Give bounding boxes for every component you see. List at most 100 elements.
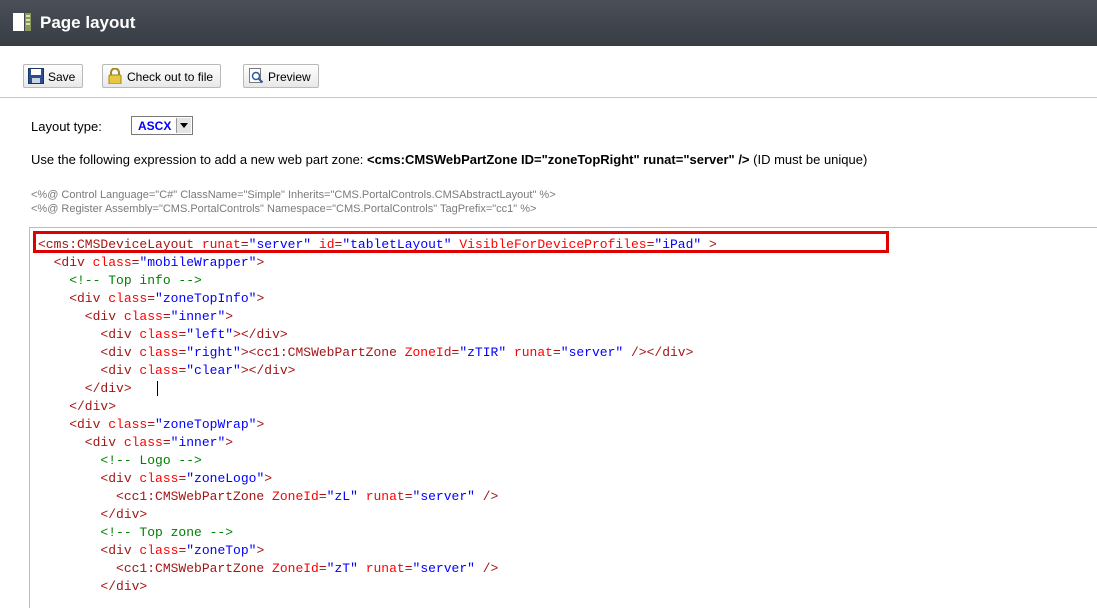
code-token: <div: [38, 255, 93, 270]
code-token: "zT": [326, 561, 358, 576]
code-token: class: [139, 327, 179, 342]
code-token: "mobileWrapper": [139, 255, 257, 270]
code-line: <!-- Top zone -->: [38, 525, 233, 541]
code-token: class: [139, 543, 179, 558]
preview-label: Preview: [268, 70, 311, 84]
code-line: <div class="zoneTopWrap">: [38, 417, 264, 433]
code-token: >: [256, 291, 265, 306]
layout-type-label: Layout type:: [31, 119, 102, 134]
page-header: Page layout: [0, 0, 1097, 46]
code-token: /></div>: [623, 345, 694, 360]
code-line: <cc1:CMSWebPartZone ZoneId="zT" runat="s…: [38, 561, 498, 577]
code-token: </div>: [38, 381, 132, 396]
code-token: class: [123, 309, 163, 324]
code-token: "inner": [170, 435, 226, 450]
code-token: <cc1:CMSWebPartZone: [38, 489, 273, 504]
code-token: <div: [38, 291, 109, 306]
layout-type-value: ASCX: [138, 119, 172, 133]
hint-expression: <cms:CMSWebPartZone ID="zoneTopRight" ru…: [367, 152, 750, 167]
code-token: class: [139, 345, 179, 360]
code-token: <div: [38, 417, 109, 432]
layout-type-select[interactable]: ASCX: [131, 116, 193, 135]
check-out-button[interactable]: Check out to file: [102, 64, 222, 88]
chevron-down-icon[interactable]: [176, 118, 191, 133]
code-token: "left": [186, 327, 234, 342]
code-token: </div>: [38, 399, 117, 414]
code-token: ><cc1:CMSWebPartZone: [240, 345, 405, 360]
code-line: </div>: [38, 507, 147, 523]
save-button[interactable]: Save: [23, 64, 84, 88]
code-token: ZoneId: [404, 345, 452, 360]
code-token: <!-- Logo -->: [38, 453, 202, 468]
code-token: class: [139, 363, 179, 378]
code-token: class: [92, 255, 132, 270]
code-token: class: [123, 435, 163, 450]
code-token: =: [404, 489, 413, 504]
check-out-label: Check out to file: [127, 70, 214, 84]
code-line: <div class = "right"><cc1:CMSWebPartZone Z…: [38, 345, 693, 361]
code-token: =: [147, 291, 156, 306]
code-line: </div>: [38, 399, 116, 415]
highlight-box: [33, 231, 889, 253]
code-line: <div class="zoneLogo">: [38, 471, 272, 487]
code-line: <div class="mobileWrapper">: [38, 255, 265, 271]
code-token: runat: [513, 345, 553, 360]
code-token: runat: [365, 561, 405, 576]
code-token: >: [256, 417, 265, 432]
code-token: >: [264, 471, 273, 486]
code-line: <div class="clear"></div>: [38, 363, 295, 379]
code-token: <div: [38, 471, 140, 486]
code-token: <div: [38, 345, 140, 360]
code-line: <!-- Logo -->: [38, 453, 202, 469]
code-line: <div class="zoneTopInfo">: [38, 291, 264, 307]
code-token: class: [108, 291, 148, 306]
web-part-zone-hint: Use the following expression to add a ne…: [31, 152, 867, 167]
code-token: </div>: [38, 507, 148, 522]
code-token: "zL": [326, 489, 358, 504]
code-token: runat: [365, 489, 405, 504]
text-cursor: [157, 381, 158, 396]
code-token: "zoneTop": [186, 543, 257, 558]
toolbar: Save Check out to file Preview: [0, 55, 1097, 98]
code-token: >: [225, 435, 234, 450]
code-token: ></div>: [240, 363, 296, 378]
code-token: "inner": [170, 309, 226, 324]
hint-suffix: (ID must be unique): [749, 152, 868, 167]
save-icon: [28, 68, 44, 84]
code-token: ZoneId: [272, 489, 319, 504]
code-token: />: [474, 489, 499, 504]
code-token: />: [474, 561, 499, 576]
code-token: =: [162, 435, 171, 450]
code-token: =: [147, 417, 156, 432]
page-title: Page layout: [40, 13, 136, 32]
code-token: "server": [560, 345, 624, 360]
code-token: "zTIR": [459, 345, 507, 360]
code-line: <cc1:CMSWebPartZone ZoneId="zL" runat="s…: [38, 489, 498, 505]
code-token: =: [318, 489, 327, 504]
code-line: <div class="zoneTop">: [38, 543, 264, 559]
save-label: Save: [48, 70, 76, 84]
code-token: "right": [186, 345, 241, 360]
preview-icon: [249, 68, 264, 84]
code-editor[interactable]: <cms:CMSDeviceLayout runat="server" id="…: [29, 227, 1097, 608]
control-directive: <%@ Control Language="C#" ClassName="Sim…: [31, 189, 556, 201]
code-token: <div: [38, 309, 124, 324]
code-token: ZoneId: [272, 561, 319, 576]
code-line: </div>: [38, 381, 132, 397]
code-token: <div: [38, 543, 140, 558]
code-token: class: [139, 471, 179, 486]
code-token: "clear": [186, 363, 241, 378]
preview-button[interactable]: Preview: [243, 64, 319, 88]
code-token: <!-- Top info -->: [38, 273, 202, 288]
code-token: >: [256, 543, 265, 558]
code-token: =: [552, 345, 561, 360]
code-token: <div: [38, 435, 124, 450]
register-directive: <%@ Register Assembly="CMS.PortalControl…: [31, 203, 537, 215]
code-token: <div: [38, 363, 140, 378]
lock-icon: [108, 68, 122, 84]
hint-prefix: Use the following expression to add a ne…: [31, 152, 368, 167]
code-line: <div class="inner">: [38, 435, 233, 451]
